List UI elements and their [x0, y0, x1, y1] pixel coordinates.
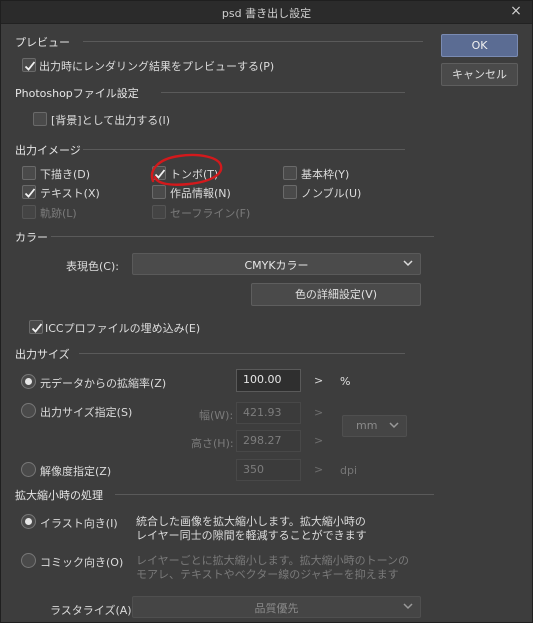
resolution-label: 解像度指定(Z)	[40, 465, 112, 478]
icc-profile-checkbox[interactable]	[29, 320, 43, 334]
page-number-label: ノンブル(U)	[301, 187, 362, 200]
expression-color-value: CMYKカラー	[244, 259, 309, 272]
output-size-section-title: 出力サイズ	[15, 348, 70, 361]
scale-unit: %	[340, 375, 351, 388]
rasterize-value: 品質優先	[254, 602, 299, 615]
photoshop-section-title: Photoshopファイル設定	[15, 87, 139, 100]
checkmark-icon	[31, 323, 43, 333]
divider	[83, 149, 405, 150]
checkmark-icon	[24, 188, 36, 198]
output-image-section-title: 出力イメージ	[15, 144, 81, 157]
checkmark-icon	[24, 61, 36, 71]
rasterize-select[interactable]: 品質優先	[132, 596, 421, 618]
trajectory-checkbox[interactable]	[22, 205, 36, 219]
chevron-right-icon[interactable]: >	[314, 374, 323, 387]
basic-frame-label: 基本枠(Y)	[301, 168, 350, 181]
scale-input[interactable]: 100.00	[236, 369, 301, 392]
render-preview-label: 出力時にレンダリング結果をプレビューする(P)	[39, 60, 275, 73]
resolution-radio[interactable]	[21, 462, 36, 477]
background-label: [背景]として出力する(I)	[51, 114, 171, 127]
height-label: 高さ(H):	[191, 437, 234, 450]
height-input[interactable]: 298.27	[236, 430, 301, 452]
divider	[83, 41, 423, 42]
close-icon[interactable]: ×	[508, 3, 524, 19]
export-settings-dialog: psd 書き出し設定 × OK キャンセル プレビュー 出力時にレンダリング結果…	[0, 0, 533, 623]
comic-radio[interactable]	[21, 553, 36, 568]
rasterize-label: ラスタライズ(A):	[50, 604, 136, 617]
comic-description-line1: レイヤーごとに拡大縮小します。拡大縮小時のトーンの	[136, 554, 410, 567]
trajectory-label: 軌跡(L)	[40, 207, 77, 220]
scale-label: 元データからの拡縮率(Z)	[40, 377, 167, 390]
divider	[161, 92, 405, 93]
icc-profile-label: ICCプロファイルの埋め込み(E)	[45, 322, 201, 335]
title-bar: psd 書き出し設定 ×	[1, 1, 532, 24]
divider	[115, 494, 434, 495]
render-preview-checkbox[interactable]	[22, 58, 36, 72]
background-checkbox[interactable]	[33, 112, 47, 126]
resolution-input[interactable]: 350	[236, 459, 301, 481]
output-size-radio[interactable]	[21, 403, 36, 418]
width-input[interactable]: 421.93	[236, 402, 301, 424]
cancel-button[interactable]: キャンセル	[441, 63, 518, 86]
divider	[79, 353, 405, 354]
scaling-section-title: 拡大縮小時の処理	[15, 489, 103, 502]
text-checkbox[interactable]	[22, 185, 36, 199]
page-number-checkbox[interactable]	[283, 185, 297, 199]
illust-description-line2: レイヤー同士の隙間を軽減することができます	[136, 529, 367, 542]
chevron-down-icon	[403, 260, 413, 267]
width-label: 幅(W):	[199, 409, 234, 422]
annotation-circle	[150, 153, 223, 186]
chevron-right-icon[interactable]: >	[314, 406, 323, 419]
illust-description-line1: 統合した画像を拡大縮小します。拡大縮小時の	[136, 515, 366, 528]
chevron-down-icon	[389, 422, 399, 429]
resolution-unit: dpi	[340, 464, 358, 477]
window-title: psd 書き出し設定	[221, 7, 312, 20]
basic-frame-checkbox[interactable]	[283, 166, 297, 180]
chevron-right-icon[interactable]: >	[314, 463, 323, 476]
comic-description-line2: モアレ、テキストやベクター線のジャギーを抑えます	[136, 568, 399, 581]
preview-section-title: プレビュー	[15, 36, 70, 49]
divider	[51, 236, 434, 237]
sketch-checkbox[interactable]	[22, 166, 36, 180]
scale-radio[interactable]	[21, 374, 36, 389]
color-detail-button[interactable]: 色の詳細設定(V)	[251, 283, 421, 306]
text-label: テキスト(X)	[40, 187, 100, 200]
output-size-label: 出力サイズ指定(S)	[40, 406, 133, 419]
safe-line-checkbox[interactable]	[152, 205, 166, 219]
chevron-down-icon	[403, 603, 413, 610]
comic-label: コミック向き(O)	[40, 556, 124, 569]
color-section-title: カラー	[15, 231, 48, 244]
illust-label: イラスト向き(I)	[40, 517, 118, 530]
illust-radio[interactable]	[21, 514, 36, 529]
safe-line-label: セーフライン(F)	[170, 207, 251, 220]
size-unit-select[interactable]: mm	[342, 415, 407, 437]
expression-color-label: 表現色(C):	[66, 260, 119, 273]
sketch-label: 下描き(D)	[40, 168, 91, 181]
expression-color-select[interactable]: CMYKカラー	[132, 253, 421, 275]
ok-button[interactable]: OK	[441, 34, 518, 57]
chevron-right-icon[interactable]: >	[314, 434, 323, 447]
